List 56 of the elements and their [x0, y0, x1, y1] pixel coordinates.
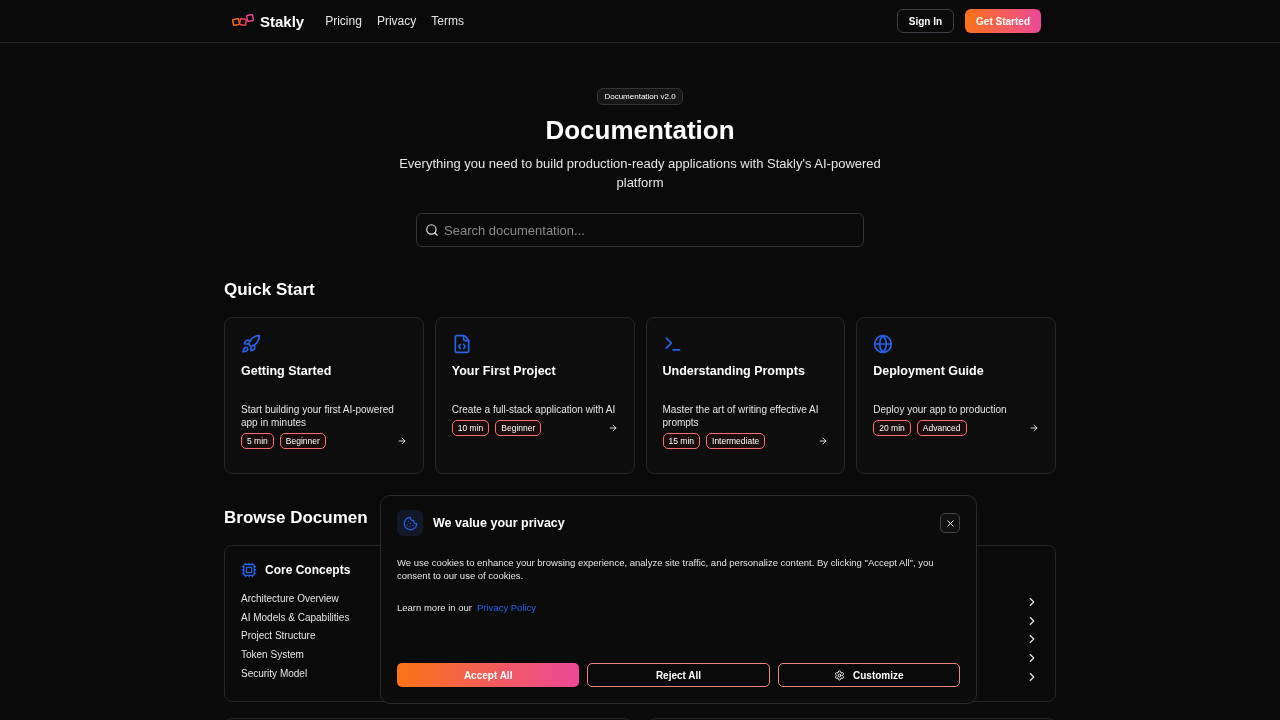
- close-icon: [944, 517, 956, 529]
- gear-icon: [834, 669, 846, 681]
- arrow-right-icon: [396, 436, 407, 446]
- section-heading: Quick Start: [224, 280, 315, 300]
- card-description: Start building your first AI-powered app in minutes: [241, 403, 395, 429]
- difficulty-tag: Beginner: [279, 433, 326, 449]
- duration-tag: 10 min: [451, 420, 490, 436]
- category-title: Core Concepts: [265, 563, 351, 577]
- difficulty-tag: Advanced: [916, 420, 967, 436]
- globe-icon: [873, 334, 894, 354]
- privacy-policy-link[interactable]: Privacy Policy: [477, 602, 537, 613]
- card-description: Create a full-stack application with AI: [451, 403, 617, 416]
- card-description: Master the art of writing effective AI prompts: [662, 403, 820, 429]
- brand-name[interactable]: Stakly: [260, 12, 305, 30]
- section-heading: Browse Documen: [224, 508, 368, 528]
- guide-card[interactable]: Getting Started Start building your first AI-powered app in minutes 5 min Beginner: [224, 317, 424, 474]
- difficulty-tag: Intermediate: [706, 433, 766, 449]
- doc-link[interactable]: Token System: [241, 646, 351, 665]
- card-title: Getting Started: [241, 364, 333, 378]
- page-title: Documentation: [545, 115, 735, 146]
- card-title: Understanding Prompts: [662, 364, 806, 378]
- nav-link[interactable]: Terms: [431, 14, 464, 28]
- rocket-icon: [241, 334, 261, 354]
- duration-tag: 5 min: [241, 433, 274, 449]
- card-title: Your First Project: [451, 364, 557, 378]
- learn-more-text: Learn more in our Privacy Policy: [397, 602, 538, 613]
- customize-button[interactable]: Customize: [777, 663, 960, 687]
- card-description: Deploy your app to production: [873, 403, 1008, 416]
- doc-link[interactable]: Security Model: [241, 664, 351, 684]
- guide-card[interactable]: Your First Project Create a full-stack application with AI 10 min Beginner: [434, 317, 635, 474]
- dialog-title: We value your privacy: [433, 516, 566, 530]
- doc-link[interactable]: Architecture Overview: [241, 590, 351, 609]
- doc-link[interactable]: AI Models & Capabilities: [241, 608, 351, 628]
- nav-link[interactable]: Privacy: [376, 14, 417, 28]
- nav-link[interactable]: Pricing: [325, 14, 362, 28]
- duration-tag: 20 min: [873, 420, 911, 436]
- dialog-text: We use cookies to enhance your browsing experience, analyze site traffic, and personalize content. By clicking "Accept All", you consent to our use of cookies.: [397, 556, 935, 582]
- sign-in-button[interactable]: Sign In: [896, 9, 955, 33]
- reject-all-button[interactable]: Reject All: [587, 663, 770, 687]
- guide-card[interactable]: Understanding Prompts Master the art of writing effective AI prompts 15 min Intermediate: [645, 317, 846, 474]
- card-title: Deployment Guide: [873, 364, 985, 378]
- arrow-right-icon: [818, 436, 829, 446]
- arrow-right-icon: [607, 423, 618, 433]
- doc-link[interactable]: Project Structure: [241, 627, 351, 647]
- duration-tag: 15 min: [662, 433, 700, 449]
- arrow-right-icon: [1029, 423, 1039, 433]
- difficulty-tag: Beginner: [495, 420, 542, 436]
- chip-icon: [241, 562, 257, 578]
- search-icon: [425, 223, 439, 237]
- cookie-icon: [397, 510, 423, 536]
- guide-card[interactable]: Deployment Guide Deploy your app to production 20 min Advanced: [856, 317, 1056, 474]
- search-field[interactable]: Search documentation...: [416, 213, 864, 247]
- page-subtitle: Everything you need to build production-ready applications with Stakly's AI-powered platform: [398, 155, 882, 192]
- logo-icon: [232, 14, 254, 28]
- version-badge: Documentation v2.0: [597, 88, 683, 105]
- close-button[interactable]: [940, 513, 960, 533]
